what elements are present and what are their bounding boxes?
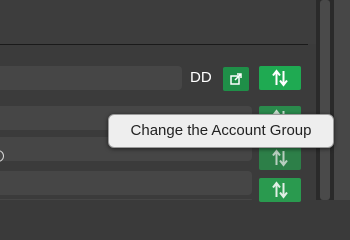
tooltip: Change the Account Group xyxy=(108,114,334,148)
panel-header-area xyxy=(0,0,316,44)
header-divider xyxy=(0,44,308,45)
export-button[interactable] xyxy=(223,67,249,91)
change-account-group-button[interactable] xyxy=(259,66,301,90)
swap-vertical-arrows-icon xyxy=(272,181,288,199)
scrollbar-thumb[interactable] xyxy=(320,0,330,200)
swap-vertical-arrows-icon xyxy=(272,149,288,167)
external-link-icon xyxy=(230,73,242,85)
change-account-group-button[interactable] xyxy=(259,146,301,170)
swap-vertical-arrows-icon xyxy=(272,69,288,87)
window-edge xyxy=(334,0,350,200)
account-name-field[interactable] xyxy=(0,66,182,90)
change-account-group-button[interactable] xyxy=(259,178,301,202)
account-name-field[interactable] xyxy=(0,199,252,200)
account-group-label: DD xyxy=(190,69,212,86)
account-name-field[interactable] xyxy=(0,171,252,195)
